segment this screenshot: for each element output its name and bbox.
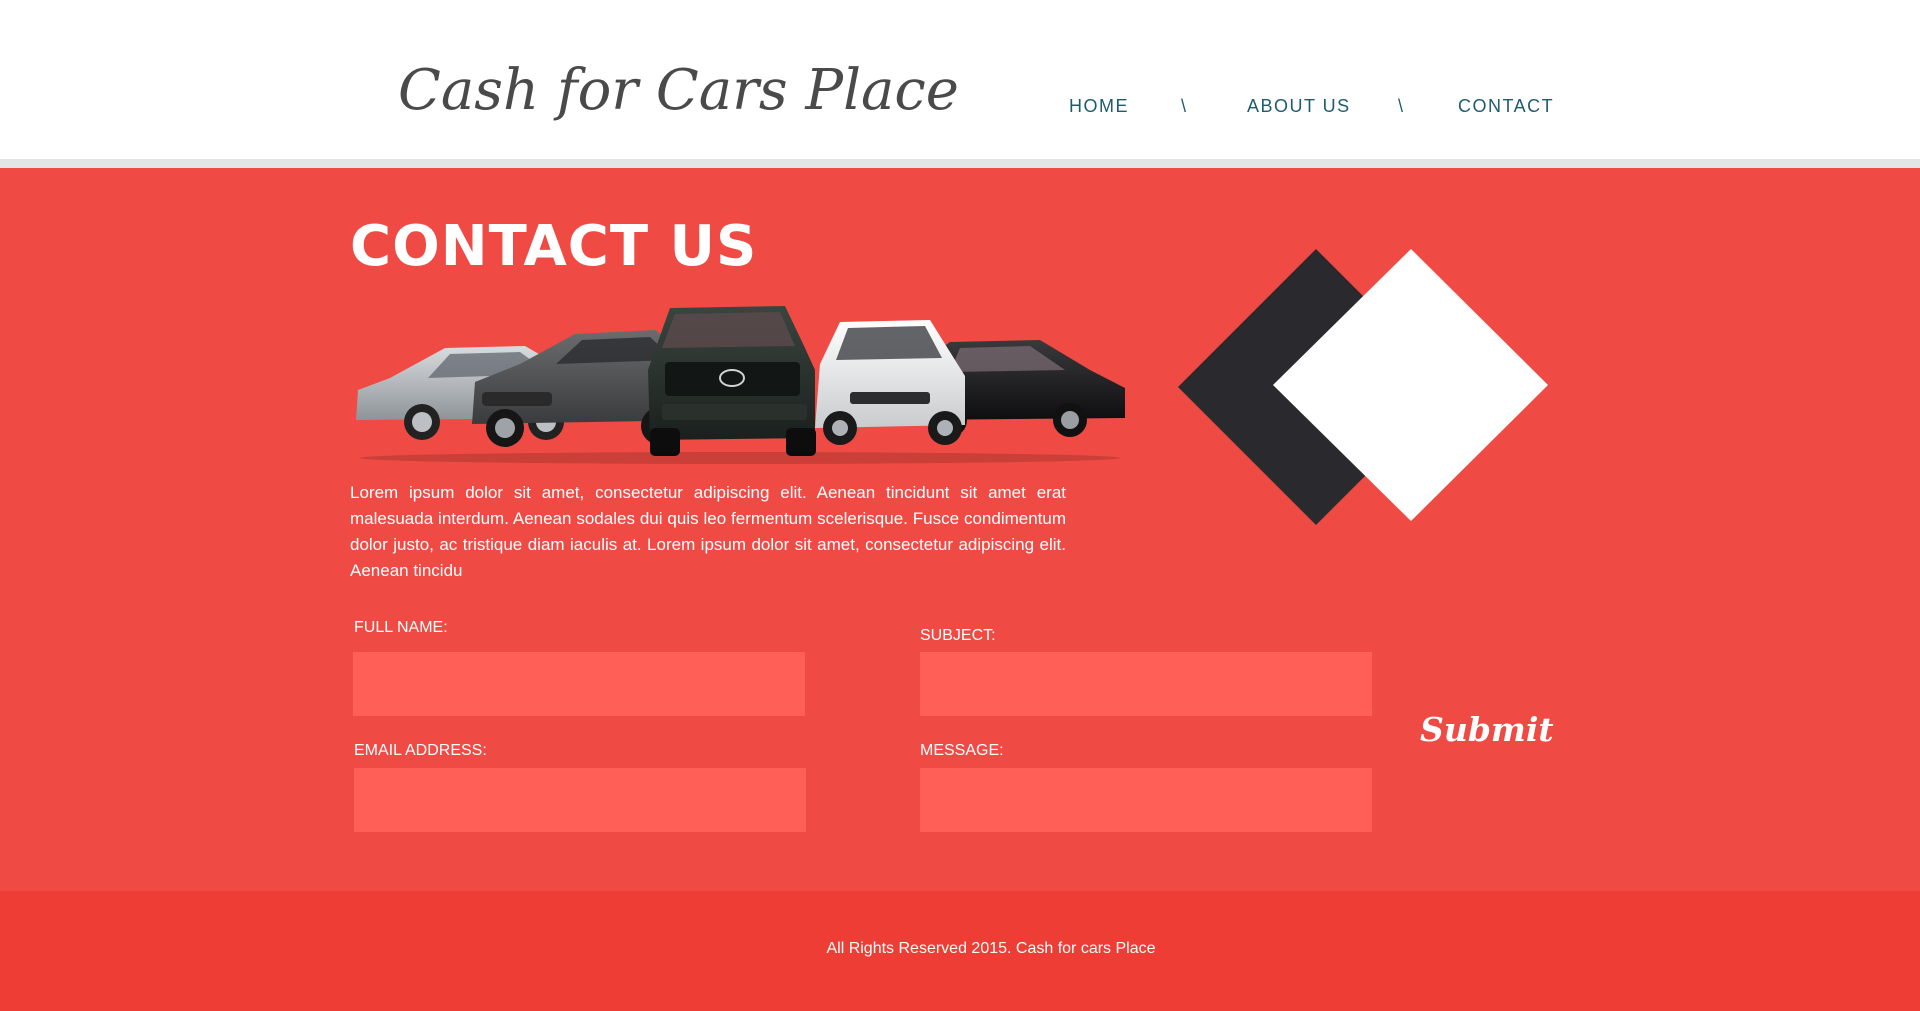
- message-input[interactable]: [920, 768, 1372, 832]
- copyright-text: All Rights Reserved 2015. Cash for cars …: [826, 940, 1156, 957]
- nav-separator: \: [1398, 96, 1405, 116]
- main-nav: HOME \ ABOUT US \ CONTACT: [0, 96, 1920, 120]
- email-input[interactable]: [354, 768, 806, 832]
- nav-home-link[interactable]: HOME: [1069, 96, 1129, 117]
- nav-contact-link[interactable]: CONTACT: [1458, 96, 1554, 117]
- full-name-input[interactable]: [353, 652, 805, 716]
- email-label: EMAIL ADDRESS:: [354, 742, 487, 759]
- header-divider: [0, 159, 1920, 168]
- cars-lineup-image: [356, 306, 1125, 464]
- subject-label: SUBJECT:: [920, 627, 996, 644]
- car-truck: [648, 306, 816, 456]
- diamond-logo-icon: [1178, 249, 1548, 525]
- nav-separator: \: [1181, 96, 1188, 116]
- intro-paragraph: Lorem ipsum dolor sit amet, consectetur …: [350, 483, 1066, 580]
- contact-page: Cash for Cars Place HOME \ ABOUT US \ CO…: [0, 0, 1920, 1011]
- page-title: CONTACT US: [350, 214, 758, 279]
- car-white: [815, 320, 965, 445]
- site-header: Cash for Cars Place HOME \ ABOUT US \ CO…: [0, 0, 1920, 159]
- message-label: MESSAGE:: [920, 742, 1004, 759]
- submit-button[interactable]: Submit: [1420, 710, 1554, 749]
- full-name-label: FULL NAME:: [354, 619, 448, 636]
- nav-about-link[interactable]: ABOUT US: [1247, 96, 1351, 117]
- site-footer: All Rights Reserved 2015. Cash for cars …: [0, 891, 1920, 1011]
- subject-input[interactable]: [920, 652, 1372, 716]
